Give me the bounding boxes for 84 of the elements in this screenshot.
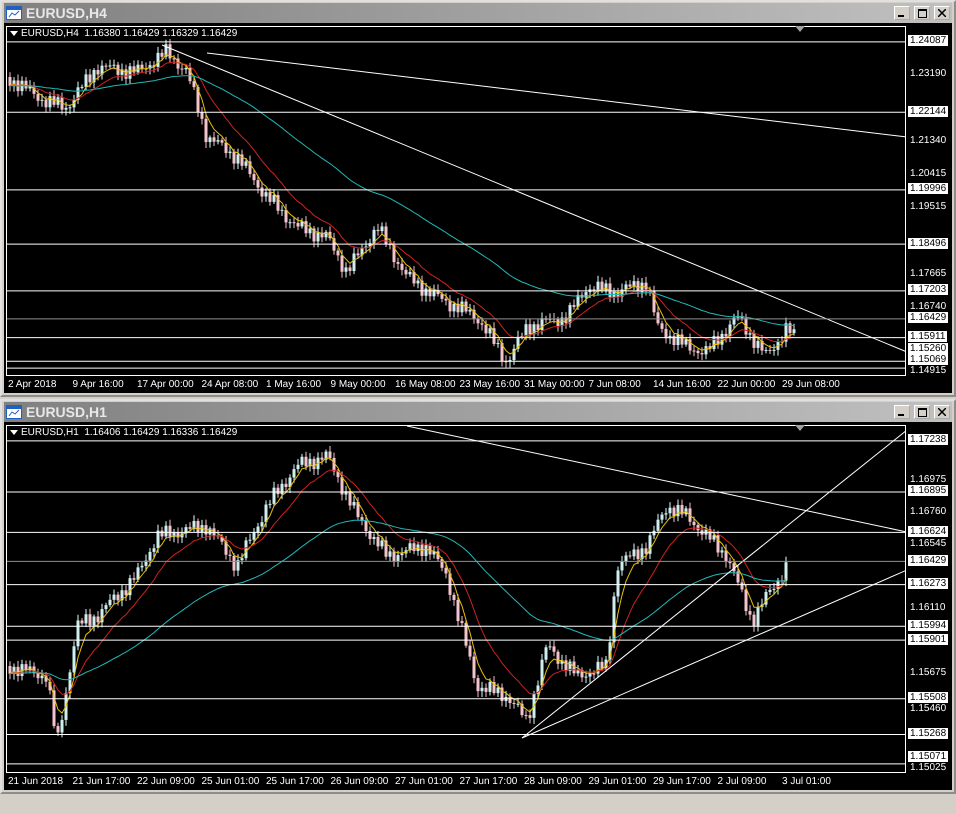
price-tick-label: 1.20415 [909,168,948,180]
time-label: 14 Jun 16:00 [652,379,712,390]
time-label: 29 Jun 17:00 [652,776,712,787]
price-level-label: 1.18496 [908,238,948,249]
dropdown-arrow-icon[interactable] [10,31,18,36]
maximize-button[interactable] [914,6,930,20]
minimize-button[interactable] [894,6,910,20]
close-button[interactable] [934,6,950,20]
price-tick-label: 1.16110 [909,602,946,614]
price-level-label: 1.19996 [908,183,948,194]
time-label: 22 Jun 09:00 [136,776,196,787]
window-title: EURUSD,H1 [26,404,108,420]
price-tick-label: 1.14915 [909,365,948,376]
time-label: 9 Apr 16:00 [72,379,125,390]
price-tick-label: 1.15675 [909,667,948,678]
window-title: EURUSD,H4 [26,5,108,21]
chart-window-icon [6,6,22,20]
time-label: 21 Jun 17:00 [72,776,132,787]
price-level-label: 1.15508 [908,692,948,704]
price-level-label: 1.24087 [908,35,948,46]
price-level-label: 1.16429 [908,554,948,566]
price-level-label: 1.15260 [908,343,948,354]
price-level-label: 1.17203 [908,284,948,296]
price-level-label: 1.15071 [908,751,948,762]
price-tick-label: 1.16975 [909,474,948,485]
price-level-label: 1.16273 [908,578,948,590]
time-label: 16 May 08:00 [394,379,457,390]
trend-line[interactable] [406,426,905,532]
time-label: 3 Jul 01:00 [781,776,832,787]
trend-line[interactable] [206,52,905,138]
time-label: 23 May 16:00 [458,379,522,390]
price-tick-label: 1.19515 [909,200,948,212]
price-level-label: 1.17238 [908,434,948,446]
dropdown-arrow-icon[interactable] [10,430,18,435]
price-level-label: 1.16624 [908,526,948,537]
chart-shift-marker-icon[interactable] [795,425,805,431]
maximize-icon [918,8,926,18]
time-label: 29 Jun 01:00 [588,776,648,787]
time-label: 21 Jun 2018 [7,776,64,787]
close-button[interactable] [934,405,950,419]
price-level-label: 1.16895 [908,485,948,496]
chart-shift-marker-icon[interactable] [795,26,805,32]
time-label: 25 Jun 17:00 [265,776,325,787]
price-level-label: 1.22144 [908,106,948,117]
price-tick-label: 1.21340 [909,134,948,146]
maximize-icon [918,408,926,416]
close-icon [938,408,946,416]
price-level-label: 1.15069 [908,354,948,365]
time-label: 9 May 00:00 [330,379,387,390]
price-tick-label: 1.16740 [909,301,948,312]
trend-line[interactable] [522,570,905,738]
time-label: 2 Apr 2018 [7,379,58,390]
chart-window-icon [6,405,22,419]
price-level-label: 1.15268 [908,728,948,739]
price-tick-label: 1.16760 [909,506,948,517]
time-label: 2 Jul 09:00 [716,776,768,787]
price-tick-label: 1.15460 [909,703,948,714]
trend-line[interactable] [522,430,905,738]
chart-info: EURUSD,H4 1.16380 1.16429 1.16329 1.16429 [21,28,238,39]
time-label: 28 Jun 09:00 [523,776,583,787]
time-label: 29 Jun 08:00 [781,379,841,390]
maximize-button[interactable] [914,405,930,419]
price-level-label: 1.15911 [908,331,948,342]
close-icon [938,9,946,17]
time-label: 7 Jun 08:00 [588,379,642,390]
time-label: 25 Jun 01:00 [200,776,260,787]
price-tick-label: 1.15025 [909,762,948,773]
time-label: 27 Jun 01:00 [394,776,454,787]
price-tick-label: 1.16545 [909,538,948,549]
price-level-label: 1.16429 [908,312,948,324]
price-tick-label: 1.17665 [909,268,948,279]
time-label: 17 Apr 00:00 [136,379,195,390]
time-label: 26 Jun 09:00 [330,776,390,787]
price-tick-label: 1.23190 [909,68,948,79]
time-label: 24 Apr 08:00 [200,379,260,390]
time-label: 1 May 16:00 [265,379,322,390]
chart-info: EURUSD,H1 1.16406 1.16429 1.16336 1.16429 [21,427,238,438]
price-level-label: 1.15901 [908,634,948,645]
time-label: 22 Jun 00:00 [716,379,776,390]
price-level-label: 1.15994 [908,620,948,631]
minimize-button[interactable] [894,405,910,419]
time-label: 27 Jun 17:00 [458,776,518,787]
trend-line[interactable] [162,44,905,352]
time-label: 31 May 00:00 [523,379,586,390]
